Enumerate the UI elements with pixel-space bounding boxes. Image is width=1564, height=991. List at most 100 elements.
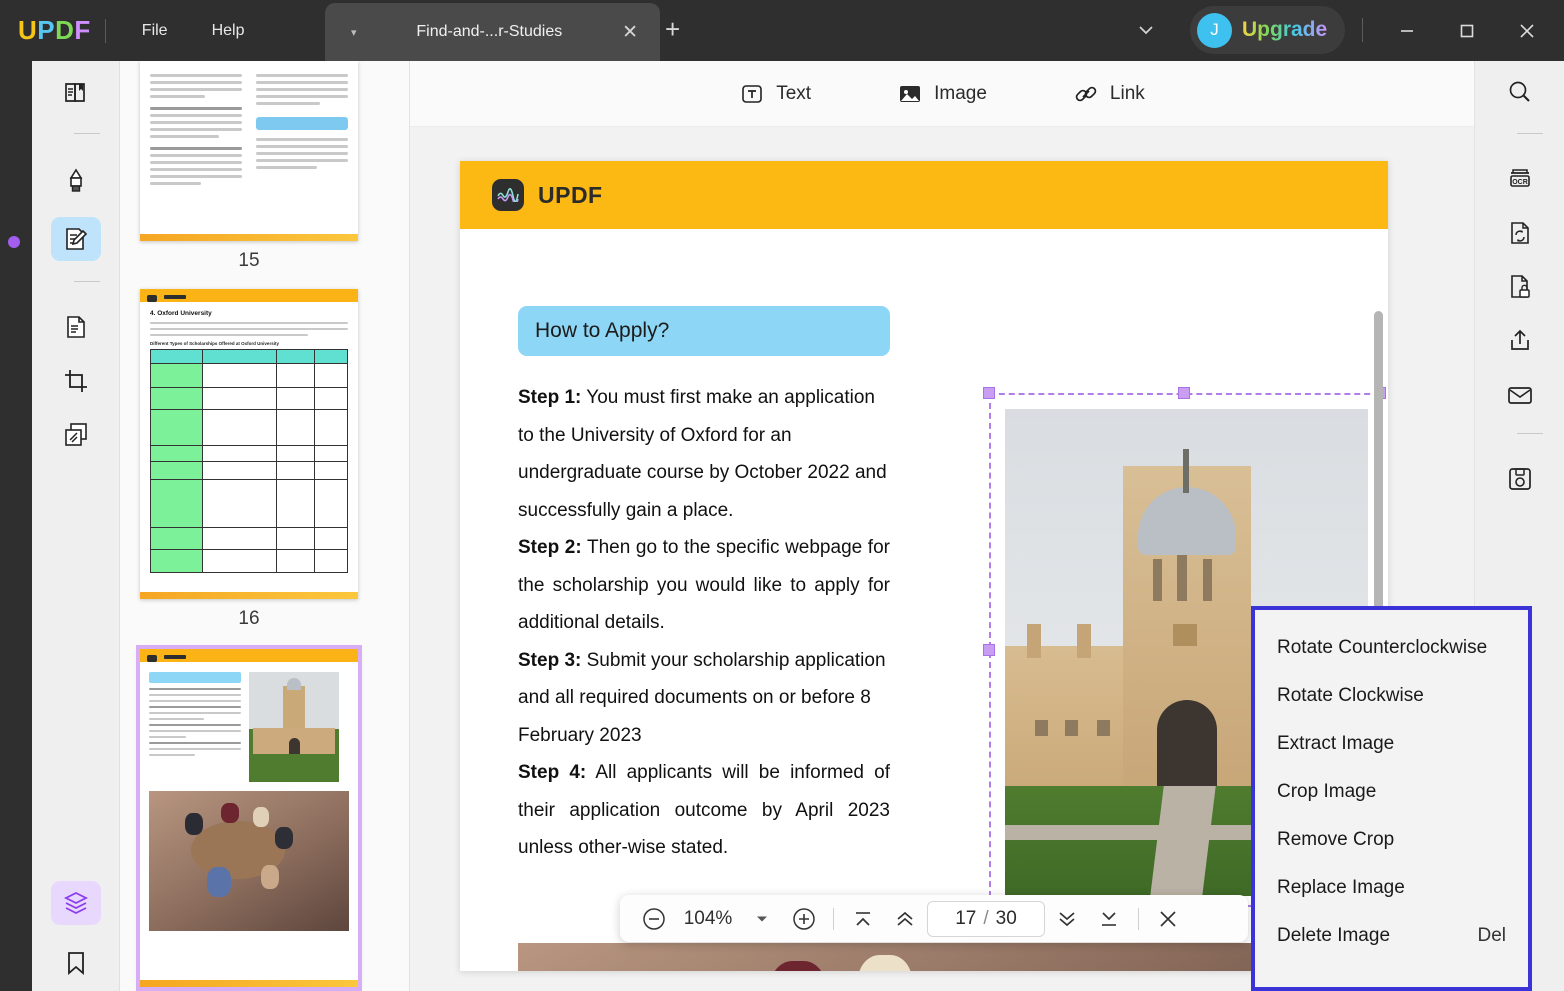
sidebar-item-convert[interactable] (51, 413, 101, 457)
thumbnail-subtitle: Different Types of Scholarships Offered … (150, 341, 348, 346)
left-edge-rail (0, 61, 32, 991)
resize-handle-n[interactable] (1178, 387, 1190, 399)
resize-handle-nw[interactable] (983, 387, 995, 399)
step-2: Step 2: Then go to the specific webpage … (518, 529, 890, 642)
edit-toolbar: Text Image Link (410, 61, 1474, 127)
current-page-value[interactable]: 17 (955, 908, 976, 930)
resize-handle-w[interactable] (983, 644, 995, 656)
sidebar-item-crop-pages[interactable] (51, 359, 101, 403)
ctx-shortcut: Del (1477, 925, 1506, 947)
panel-collapse-handle[interactable] (8, 236, 20, 248)
minimize-button[interactable] (1390, 14, 1424, 48)
image-context-menu[interactable]: Rotate Counterclockwise Rotate Clockwise… (1251, 606, 1532, 991)
document-steps: Step 1: You must first make an applicati… (518, 379, 890, 867)
sidebar-item-bookmark[interactable] (51, 941, 101, 985)
edit-tool-link-label: Link (1110, 83, 1145, 105)
ctx-replace-image[interactable]: Replace Image (1255, 864, 1528, 912)
step-1-label: Step 1: (518, 387, 581, 408)
ctx-label: Crop Image (1277, 781, 1376, 803)
step-3: Step 3: Submit your scholarship applicat… (518, 642, 890, 755)
close-toolbar-button[interactable] (1148, 901, 1188, 937)
pdf-page[interactable]: UPDF How to Apply? Step 1: You must firs… (460, 161, 1388, 971)
students-photo[interactable] (518, 943, 1262, 971)
tool-ocr[interactable]: OCR (1495, 157, 1545, 201)
zoom-dropdown-chevron-down-icon[interactable] (742, 901, 782, 937)
ctx-rotate-counterclockwise[interactable]: Rotate Counterclockwise (1255, 624, 1528, 672)
document-tab[interactable]: ▾ Find-and-...r-Studies ✕ (325, 3, 660, 61)
edit-tool-image-label: Image (934, 83, 987, 105)
ctx-label: Replace Image (1277, 877, 1405, 899)
edit-tool-image[interactable]: Image (885, 75, 999, 113)
thumbnail-page-number: 16 (140, 608, 358, 630)
menu-help[interactable]: Help (190, 14, 267, 48)
window-close-button[interactable] (1510, 14, 1544, 48)
tool-share[interactable] (1495, 319, 1545, 363)
sidebar-item-reader[interactable] (51, 70, 101, 114)
upgrade-label: Upgrade (1242, 18, 1327, 42)
zoom-level-value[interactable]: 104% (676, 908, 740, 930)
svg-text:OCR: OCR (1512, 179, 1528, 186)
step-3-label: Step 3: (518, 650, 581, 671)
tool-convert-file[interactable] (1495, 211, 1545, 255)
close-icon[interactable]: ✕ (622, 21, 638, 44)
last-page-button[interactable] (1089, 901, 1129, 937)
upgrade-button[interactable]: J Upgrade (1190, 6, 1345, 54)
maximize-button[interactable] (1450, 14, 1484, 48)
page-zoom-toolbar[interactable]: 104% 17 / 30 (620, 895, 1248, 942)
page-header-band: UPDF (460, 161, 1388, 229)
divider (74, 281, 100, 282)
tool-search[interactable] (1495, 70, 1545, 114)
page-thumbnail[interactable] (140, 61, 358, 241)
step-1: Step 1: You must first make an applicati… (518, 379, 890, 529)
logo-letter-p: P (37, 15, 55, 46)
zoom-in-button[interactable] (784, 901, 824, 937)
edit-tool-text-label: Text (776, 83, 811, 105)
tool-save[interactable] (1495, 457, 1545, 501)
ctx-label: Rotate Clockwise (1277, 685, 1424, 707)
list-item[interactable]: 4. Oxford University Different Types of … (140, 289, 358, 630)
next-page-button[interactable] (1047, 901, 1087, 937)
ctx-extract-image[interactable]: Extract Image (1255, 720, 1528, 768)
ctx-delete-image[interactable]: Delete Image Del (1255, 912, 1528, 960)
zoom-out-button[interactable] (634, 901, 674, 937)
sidebar-item-organize-pages[interactable] (51, 305, 101, 349)
list-item[interactable]: 15 (140, 61, 358, 272)
callout-label: How to Apply? (535, 319, 669, 343)
sidebar-item-edit-pdf[interactable] (51, 217, 101, 261)
ctx-remove-crop[interactable]: Remove Crop (1255, 816, 1528, 864)
new-tab-button[interactable]: + (665, 16, 680, 42)
thumbnail-panel[interactable]: 15 4. Oxford University Different Types … (120, 61, 410, 991)
ctx-label: Remove Crop (1277, 829, 1394, 851)
previous-page-button[interactable] (885, 901, 925, 937)
menu-file[interactable]: File (120, 14, 190, 48)
ctx-rotate-clockwise[interactable]: Rotate Clockwise (1255, 672, 1528, 720)
thumbnail-title: 4. Oxford University (150, 310, 348, 317)
logo-letter-f: F (74, 15, 90, 46)
page-number-field[interactable]: 17 / 30 (927, 901, 1045, 937)
divider (74, 133, 100, 134)
step-2-label: Step 2: (518, 537, 582, 558)
ctx-label: Extract Image (1277, 733, 1394, 755)
sidebar-item-comment[interactable] (51, 159, 101, 203)
page-thumbnail[interactable]: 4. Oxford University Different Types of … (140, 289, 358, 599)
ctx-crop-image[interactable]: Crop Image (1255, 768, 1528, 816)
step-4: Step 4: All applicants will be informed … (518, 754, 890, 867)
page-separator: / (983, 908, 988, 930)
logo-letter-u: U (18, 15, 37, 46)
tool-protect[interactable] (1495, 265, 1545, 309)
list-item[interactable]: 17 (140, 649, 358, 991)
sidebar-item-layers[interactable] (51, 881, 101, 925)
tab-list-chevron-down-icon[interactable] (1130, 14, 1162, 46)
thumbnail-page-number: 15 (140, 250, 358, 272)
left-tool-column (32, 61, 120, 991)
updf-document-logo-icon (492, 179, 524, 211)
first-page-button[interactable] (843, 901, 883, 937)
edit-tool-link[interactable]: Link (1061, 75, 1157, 113)
edit-tool-text[interactable]: Text (727, 75, 823, 113)
tool-email[interactable] (1495, 373, 1545, 417)
avatar: J (1197, 13, 1232, 48)
page-thumbnail-selected[interactable] (140, 649, 358, 987)
divider (105, 19, 106, 43)
divider (1517, 133, 1543, 134)
divider (1362, 18, 1363, 42)
